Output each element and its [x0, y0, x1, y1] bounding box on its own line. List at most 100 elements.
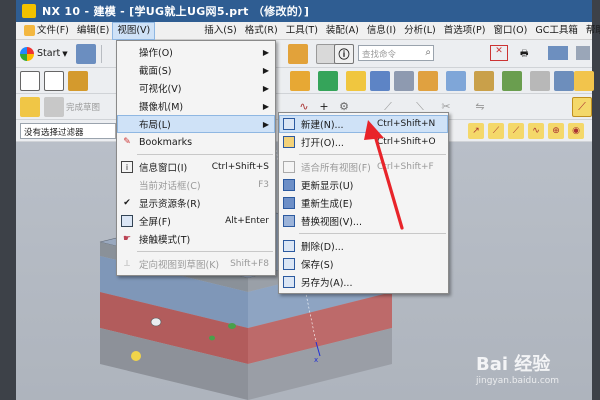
view-menu: 操作(O) ▶ 截面(S) ▶ 可视化(V) ▶ 摄像机(M) ▶ 布局(L) ▶ ✎ Bo…: [116, 40, 276, 276]
baidu-watermark: Bai 经验 jingyan.baidu.com: [476, 350, 559, 386]
tb-mirror-icon[interactable]: ⇋: [470, 97, 490, 117]
update-display-icon: [283, 179, 295, 191]
menu-analysis[interactable]: 分析(L): [400, 23, 440, 39]
menu-tools[interactable]: 工具(T): [282, 23, 322, 39]
fullscreen-icon: [121, 215, 133, 227]
tb-open-icon[interactable]: [288, 43, 308, 64]
left-frame: [0, 0, 16, 400]
menu-insert[interactable]: 插入(S): [200, 23, 240, 39]
mold-hole: [131, 351, 141, 361]
view-menu-fullscreen[interactable]: 全屏(F) Alt+Enter: [117, 212, 275, 230]
tb-cube-icon[interactable]: [346, 70, 366, 91]
menu-gc-toolbox[interactable]: GC工具箱: [531, 23, 582, 39]
menu-file[interactable]: 文件(F): [20, 23, 73, 39]
tb-sketch-icon[interactable]: [20, 70, 40, 91]
layout-menu-save[interactable]: 保存(S): [279, 255, 448, 273]
view-menu-show-resource-bar[interactable]: ✔ 显示资源条(R): [117, 194, 275, 212]
tb-generic-1-icon[interactable]: [75, 43, 96, 64]
menu-format[interactable]: 格式(R): [241, 23, 282, 39]
tb-selected-icon[interactable]: ⟋: [572, 96, 592, 117]
window-title: NX 10 - 建模 - [学UG就上UG网5.prt （修改的）]: [42, 5, 310, 18]
finish-sketch-label[interactable]: 完成草图: [66, 101, 100, 113]
menu-window[interactable]: 窗口(O): [489, 23, 531, 39]
menu-bar: 文件(F) 编辑(E) 视图(V) 插入(S) 格式(R) 工具(T) 装配(A…: [16, 21, 600, 40]
chevron-right-icon: ▶: [262, 47, 269, 57]
axis-x-label: x: [314, 356, 318, 364]
layout-menu-update-display[interactable]: 更新显示(U): [279, 176, 448, 194]
layout-menu-regenerate[interactable]: 重新生成(E): [279, 194, 448, 212]
layout-menu-replace-view[interactable]: 替换视图(V)...: [279, 212, 448, 230]
chevron-right-icon: ▶: [262, 119, 269, 129]
tb-surface-icon[interactable]: [554, 70, 574, 91]
finish-sketch-icon[interactable]: [44, 96, 64, 117]
tb-print-icon[interactable]: 🖶: [520, 46, 529, 62]
open-layout-icon: [283, 136, 295, 148]
new-layout-icon: [283, 118, 295, 130]
tb-snap-3-icon[interactable]: ⟋: [508, 122, 524, 139]
command-search-input[interactable]: 查找命令 ⌕: [358, 45, 434, 61]
view-menu-bookmarks[interactable]: ✎ Bookmarks: [117, 133, 275, 151]
tb-snap-6-icon[interactable]: ◉: [568, 122, 584, 139]
nx-logo-icon: [22, 4, 36, 18]
tb-cube-yellow-icon[interactable]: [574, 70, 594, 91]
view-menu-info-window[interactable]: i 信息窗口(I) Ctrl+Shift+S: [117, 158, 275, 176]
menu-info[interactable]: 信息(I): [363, 23, 400, 39]
menu-assembly[interactable]: 装配(A): [322, 23, 363, 39]
tb-snap-4-icon[interactable]: ∿: [528, 122, 544, 139]
mold-hole: [209, 335, 215, 341]
layout-menu-new[interactable]: 新建(N)... Ctrl+Shift+N: [279, 115, 448, 133]
view-menu-section[interactable]: 截面(S) ▶: [117, 61, 275, 79]
view-menu-layout[interactable]: 布局(L) ▶: [117, 115, 275, 133]
right-frame: [592, 0, 600, 400]
info-window-icon: i: [121, 161, 133, 173]
selection-filter-select[interactable]: 没有选择过滤器 ▼: [20, 123, 128, 139]
tb-sketch-gear-icon[interactable]: [20, 96, 40, 117]
tb-block-icon[interactable]: [530, 70, 550, 91]
tb-shell-icon[interactable]: [474, 70, 494, 91]
watermark-brand: Bai 经验: [476, 354, 551, 375]
tb-snap-5-icon[interactable]: ⊕: [548, 122, 564, 139]
main-toolbar: Start ▼ ⓘ 查找命令 ⌕ ✕ 🖶: [16, 40, 592, 68]
fit-all-icon: [283, 161, 295, 173]
tb-layer-icon[interactable]: [576, 46, 590, 60]
touch-mode-icon: ☛: [122, 234, 132, 244]
start-button[interactable]: Start ▼: [20, 46, 68, 61]
tb-snap-1-icon[interactable]: ↗: [468, 122, 484, 139]
chevron-right-icon: ▶: [262, 65, 269, 75]
view-menu-operation[interactable]: 操作(O) ▶: [117, 43, 275, 61]
view-menu-camera[interactable]: 摄像机(M) ▶: [117, 97, 275, 115]
tb-rect-icon[interactable]: [44, 70, 64, 91]
tb-revolve-icon[interactable]: [290, 70, 310, 91]
tb-extrude-icon[interactable]: [68, 70, 88, 91]
tb-info-icon[interactable]: ⓘ: [334, 43, 354, 64]
tb-close-view-icon[interactable]: ✕: [490, 45, 508, 61]
view-menu-current-dialog[interactable]: 当前对话框(C) F3: [117, 176, 275, 194]
replace-view-icon: [283, 215, 295, 227]
menu-edit[interactable]: 编辑(E): [73, 23, 113, 39]
tb-shade-icon[interactable]: [548, 46, 568, 60]
tb-chamfer-icon[interactable]: [394, 70, 414, 91]
tb-snap-2-icon[interactable]: ⟋: [488, 122, 504, 139]
menu-help[interactable]: 帮助(H): [582, 23, 600, 39]
mold-hole: [228, 323, 236, 329]
chevron-right-icon: ▶: [262, 101, 269, 111]
menu-view[interactable]: 视图(V): [112, 21, 156, 40]
view-menu-visualization[interactable]: 可视化(V) ▶: [117, 79, 275, 97]
layout-menu-fit-all[interactable]: 适合所有视图(F) Ctrl+Shift+F: [279, 158, 448, 176]
tb-datum-icon[interactable]: [318, 70, 338, 91]
layout-menu-delete[interactable]: 删除(D)...: [279, 237, 448, 255]
layout-menu-open[interactable]: 打开(O)... Ctrl+Shift+O: [279, 133, 448, 151]
layout-menu-save-as[interactable]: 另存为(A)...: [279, 273, 448, 291]
tb-part-icon[interactable]: [316, 43, 336, 64]
tb-edit-icon[interactable]: [418, 70, 438, 91]
chevron-down-icon: ▼: [62, 49, 68, 58]
layout-submenu: 新建(N)... Ctrl+Shift+N 打开(O)... Ctrl+Shift+…: [278, 112, 449, 294]
tb-boolean-icon[interactable]: [502, 70, 522, 91]
file-icon: [24, 24, 35, 36]
view-menu-touch-mode[interactable]: ☛ 接触模式(T): [117, 230, 275, 248]
feature-toolbar: [16, 68, 594, 94]
menu-preferences[interactable]: 首选项(P): [440, 23, 490, 39]
view-menu-orient-to-sketch[interactable]: ⟂ 定向视图到草图(K) Shift+F8: [117, 255, 275, 273]
tb-blend-icon[interactable]: [370, 70, 390, 91]
tb-move-icon[interactable]: [446, 70, 466, 91]
